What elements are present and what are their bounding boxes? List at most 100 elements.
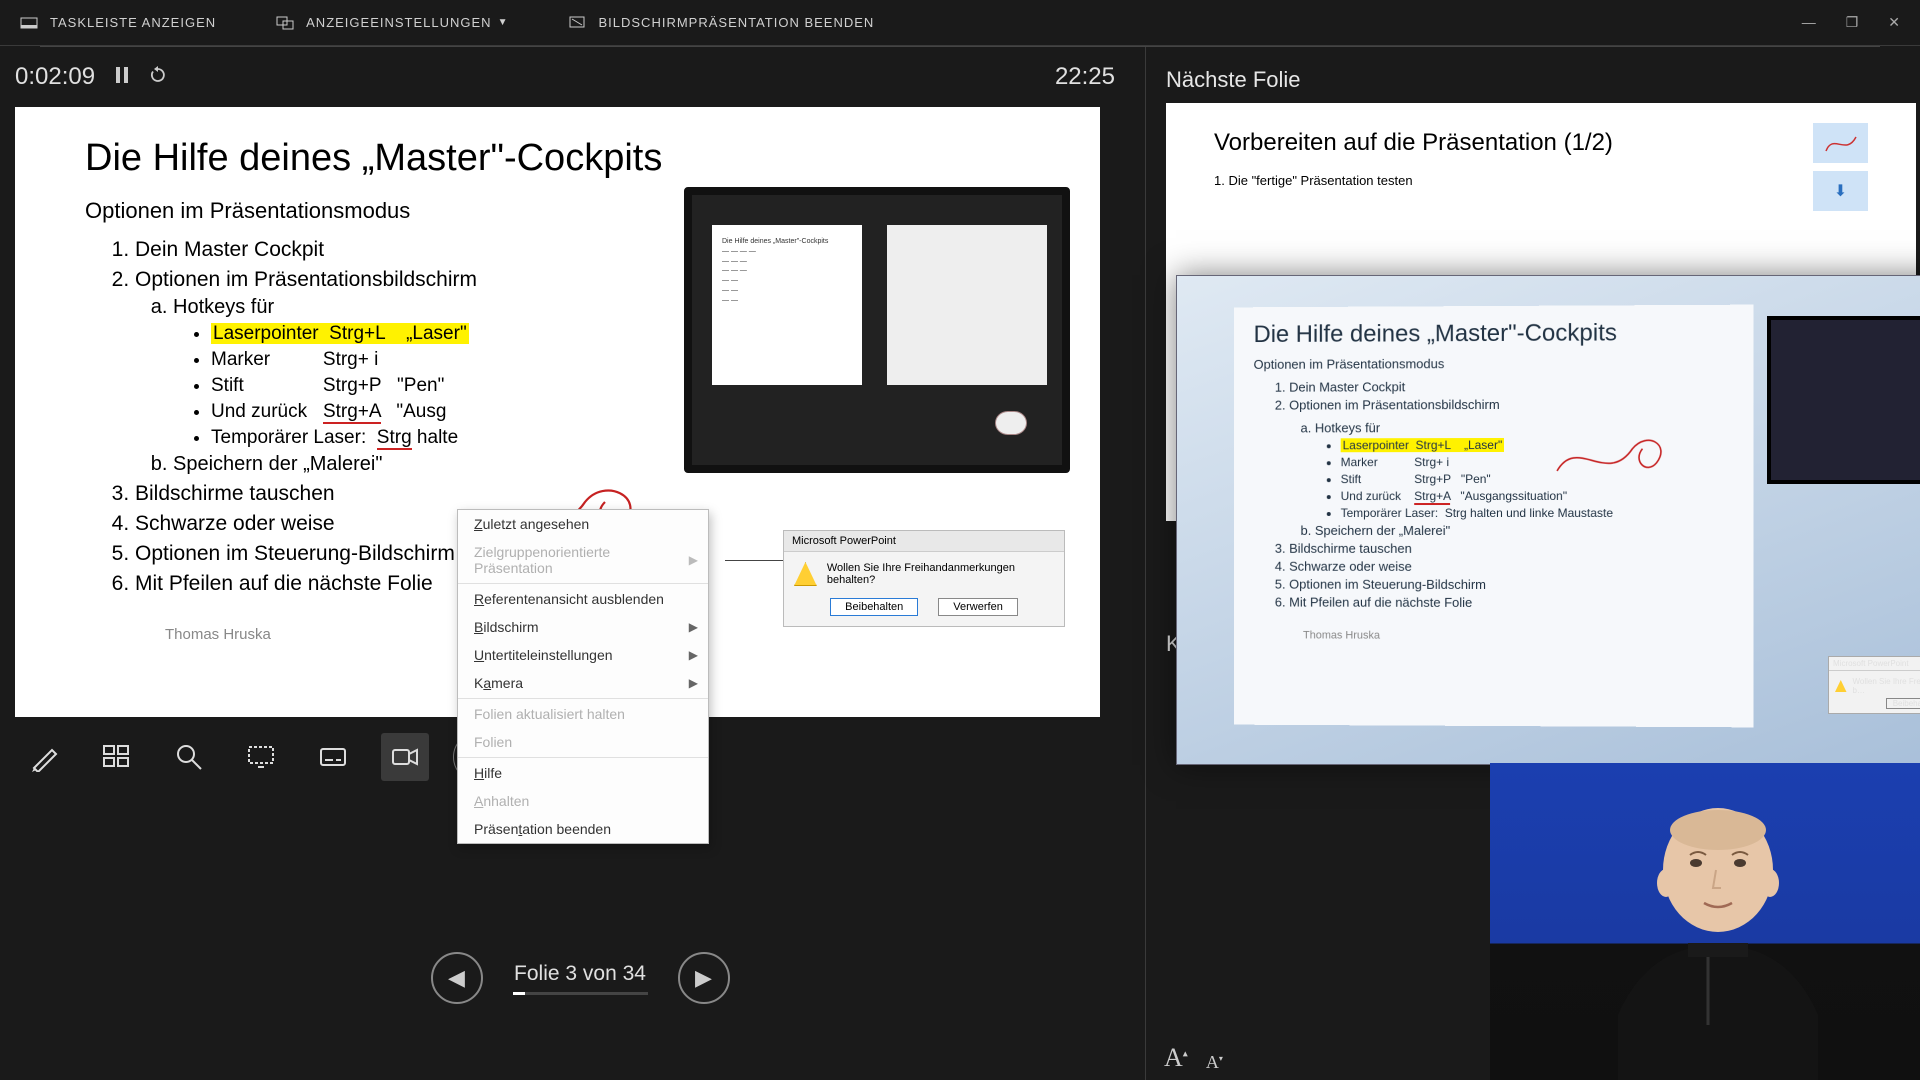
increase-font-button[interactable]: A▴ <box>1164 1043 1188 1073</box>
ctx-last-viewed[interactable]: Zuletzt angesehen <box>458 510 708 538</box>
ctx-screen[interactable]: Bildschirm▶ <box>458 613 708 641</box>
ctx-camera[interactable]: Kamera▶ <box>458 669 708 697</box>
pause-timer-button[interactable] <box>115 67 129 88</box>
ctx-hide-presenter-view[interactable]: Referentenansicht ausblenden <box>458 585 708 613</box>
restore-button[interactable]: ❐ <box>1846 14 1859 31</box>
dialog-title: Microsoft PowerPoint <box>784 531 1064 552</box>
projected-monitor-photo: Die Hilfe deines „Master"-Cockpits Optio… <box>1176 275 1920 765</box>
next-slide-thumb-arrow: ⬇ <box>1813 171 1868 211</box>
end-show-icon <box>568 14 586 32</box>
next-slide-title: Vorbereiten auf die Präsentation (1/2) <box>1214 129 1916 157</box>
photo-slide-content: Die Hilfe deines „Master"-Cockpits Optio… <box>1234 305 1754 728</box>
presenter-camera-feed[interactable] <box>1490 763 1920 1080</box>
photo-outline-item: Bildschirme tauschen <box>1289 541 1753 556</box>
ctx-separator <box>458 583 708 584</box>
taskbar-icon <box>20 14 38 32</box>
dialog-message: Wollen Sie Ihre Freihandanmerkungen beha… <box>827 562 1054 586</box>
ctx-separator <box>458 757 708 758</box>
outline-item: Dein Master Cockpit <box>135 238 655 262</box>
hotkey-line: Temporärer Laser: Strg halte <box>211 427 655 449</box>
brain-icon <box>995 411 1027 435</box>
chevron-down-icon: ▼ <box>498 17 509 28</box>
hotkey-line: Marker Strg+ i <box>211 349 655 371</box>
next-slide-button[interactable]: ▶ <box>678 952 730 1004</box>
subtitle-toggle-button[interactable] <box>309 733 357 781</box>
slide-counter: Folie 3 von 34 <box>513 962 648 995</box>
photo-outline-item: Dein Master Cockpit <box>1289 378 1753 395</box>
dialog-connector <box>725 560 785 562</box>
ctx-pause: Anhalten <box>458 787 708 815</box>
slide-navigation: ◀ Folie 3 von 34 ▶ <box>15 952 1145 1004</box>
photo-red-annotation <box>1552 431 1673 486</box>
current-slide-wrap: Die Hilfe deines „Master"-Cockpits Optio… <box>15 107 1100 717</box>
discard-button[interactable]: Verwerfen <box>938 598 1018 616</box>
mini-slide: Die Hilfe deines „Master"-Cockpits— — — … <box>712 225 862 385</box>
close-button[interactable]: ✕ <box>1888 14 1900 31</box>
photo-outline-item: Mit Pfeilen auf die nächste Folie <box>1289 595 1753 611</box>
see-all-slides-button[interactable] <box>93 733 141 781</box>
outline-item: Bildschirme tauschen <box>135 482 655 506</box>
reset-timer-button[interactable] <box>149 66 167 89</box>
hotkey-line: Laserpointer Strg+L „Laser" <box>211 323 655 345</box>
ctx-slides: Folien <box>458 728 708 756</box>
next-slide-bullet: 1. Die "fertige" Präsentation testen <box>1214 173 1916 188</box>
ctx-separator <box>458 698 708 699</box>
ink-dialog: Microsoft PowerPoint Wollen Sie Ihre Fre… <box>783 530 1065 627</box>
presenter-top-bar: TASKLEISTE ANZEIGEN ANZEIGEEINSTELLUNGEN… <box>0 0 1920 46</box>
display-settings-label: ANZEIGEEINSTELLUNGEN <box>306 15 491 30</box>
photo-slide-subtitle: Optionen im Präsentationsmodus <box>1254 355 1754 372</box>
main-area: 0:02:09 22:25 Die Hilfe deines „Master"-… <box>0 47 1920 1080</box>
photo-slide-title: Die Hilfe deines „Master"-Cockpits <box>1254 319 1754 349</box>
outline-text: Hotkeys für <box>173 296 274 318</box>
decrease-font-button[interactable]: A▾ <box>1206 1052 1223 1073</box>
minimize-button[interactable]: — <box>1802 14 1816 31</box>
highlighted-text: Laserpointer Strg+L „Laser" <box>1341 438 1505 452</box>
right-pane: Nächste Folie Vorbereiten auf die Präsen… <box>1146 47 1920 1080</box>
left-pane: 0:02:09 22:25 Die Hilfe deines „Master"-… <box>0 47 1146 1080</box>
show-taskbar-label: TASKLEISTE ANZEIGEN <box>50 15 216 30</box>
highlighted-text: Laserpointer Strg+L „Laser" <box>211 323 469 344</box>
photo-slide-author: Thomas Hruska <box>1303 629 1754 642</box>
photo-outline-subitem: Hotkeys für Laserpointer Strg+L „Laser" … <box>1315 419 1754 520</box>
photo-mini-monitor <box>1767 316 1920 484</box>
photo-dialog: Microsoft PowerPoint Wollen Sie Ihre Fre… <box>1828 656 1920 714</box>
ctx-subtitle-settings[interactable]: Untertiteleinstellungen▶ <box>458 641 708 669</box>
slide-counter-label: Folie 3 von 34 <box>513 962 648 986</box>
monitor-illustration: Die Hilfe deines „Master"-Cockpits— — — … <box>684 187 1070 473</box>
mini-next-slide <box>887 225 1047 385</box>
black-screen-button[interactable] <box>237 733 285 781</box>
display-settings-icon <box>276 14 294 32</box>
slide-progress-bar[interactable] <box>513 992 648 995</box>
keep-button[interactable]: Beibehalten <box>830 598 918 616</box>
ctx-keep-slides-updated: Folien aktualisiert halten <box>458 700 708 728</box>
hotkey-line: Stift Strg+P "Pen" <box>211 375 655 397</box>
slide-title: Die Hilfe deines „Master"-Cockpits <box>85 137 1100 180</box>
next-slide-thumb <box>1813 123 1868 163</box>
prev-slide-button[interactable]: ◀ <box>431 952 483 1004</box>
presenter-silhouette <box>1588 775 1848 1080</box>
ctx-end-show[interactable]: Präsentation beenden <box>458 815 708 843</box>
window-controls: — ❐ ✕ <box>1802 14 1900 31</box>
next-slide-header: Nächste Folie <box>1166 67 1920 93</box>
camera-toggle-button[interactable] <box>381 733 429 781</box>
wall-clock: 22:25 <box>1055 63 1115 91</box>
display-settings-button[interactable]: ANZEIGEEINSTELLUNGEN ▼ <box>276 14 508 32</box>
chevron-right-icon: ▶ <box>689 553 698 567</box>
outline-item: Optionen im Präsentationsbildschirm Hotk… <box>135 268 655 476</box>
show-taskbar-button[interactable]: TASKLEISTE ANZEIGEN <box>20 14 216 32</box>
end-slideshow-label: BILDSCHIRMPRÄSENTATION BEENDEN <box>598 15 874 30</box>
chevron-right-icon: ▶ <box>689 676 698 690</box>
hotkey-line: Und zurück Strg+A "Ausg <box>211 401 655 423</box>
chevron-right-icon: ▶ <box>689 620 698 634</box>
photo-outline-item: Optionen im Steuerung-Bildschirm <box>1289 577 1753 593</box>
photo-outline-subitem: Speichern der „Malerei" <box>1315 523 1754 538</box>
ctx-help[interactable]: Hilfe <box>458 759 708 787</box>
zoom-button[interactable] <box>165 733 213 781</box>
timer-row: 0:02:09 22:25 <box>15 47 1145 107</box>
pen-tool-button[interactable] <box>21 733 69 781</box>
chevron-right-icon: ▶ <box>689 648 698 662</box>
notes-font-size-controls: A▴ A▾ <box>1164 1043 1223 1073</box>
ctx-custom-show: Zielgruppenorientierte Präsentation▶ <box>458 538 708 582</box>
end-slideshow-button[interactable]: BILDSCHIRMPRÄSENTATION BEENDEN <box>568 14 874 32</box>
context-menu[interactable]: Zuletzt angesehen Zielgruppenorientierte… <box>457 509 709 844</box>
